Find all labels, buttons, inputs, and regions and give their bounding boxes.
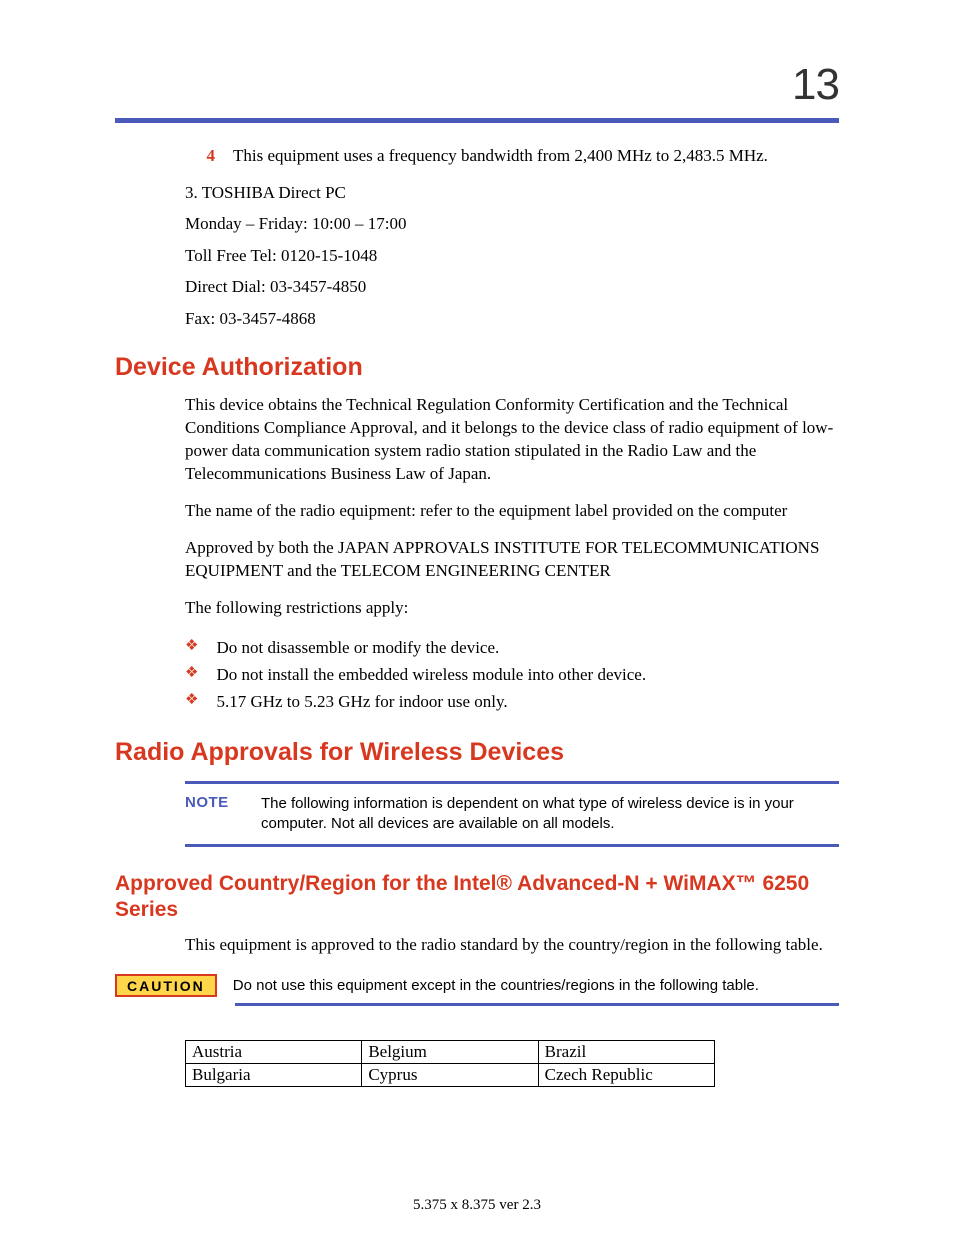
section-heading-radio-approvals: Radio Approvals for Wireless Devices [115, 738, 839, 767]
table-cell: Czech Republic [538, 1064, 714, 1087]
caution-row: CAUTION Do not use this equipment except… [115, 974, 839, 997]
list-item-text: 5.17 GHz to 5.23 GHz for indoor use only… [216, 688, 507, 715]
intro-block: 4 This equipment uses a frequency bandwi… [185, 145, 839, 331]
table-row: Austria Belgium Brazil [186, 1041, 715, 1064]
contact-line: 3. TOSHIBA Direct PC [185, 180, 839, 206]
contact-line: Monday – Friday: 10:00 – 17:00 [185, 211, 839, 237]
section-heading-device-authorization: Device Authorization [115, 353, 839, 382]
item-number: 4 [185, 145, 233, 168]
item-text: This equipment uses a frequency bandwidt… [233, 145, 768, 168]
contact-line: Direct Dial: 03-3457-4850 [185, 274, 839, 300]
page-number: 13 [792, 60, 839, 109]
list-item: ❖ Do not install the embedded wireless mo… [185, 661, 839, 688]
table-cell: Bulgaria [186, 1064, 362, 1087]
note-text: The following information is dependent o… [261, 794, 839, 835]
diamond-icon: ❖ [185, 661, 198, 687]
caution-text: Do not use this equipment except in the … [233, 977, 839, 994]
countries-table: Austria Belgium Brazil Bulgaria Cyprus C… [185, 1040, 715, 1087]
document-page: 13 4 This equipment uses a frequency ban… [0, 0, 954, 1254]
paragraph: This equipment is approved to the radio … [185, 934, 839, 957]
note-box: NOTE The following information is depend… [185, 781, 839, 848]
table-cell: Austria [186, 1041, 362, 1064]
paragraph: Approved by both the JAPAN APPROVALS INS… [185, 537, 839, 583]
paragraph: The name of the radio equipment: refer t… [185, 500, 839, 523]
restrictions-list: ❖ Do not disassemble or modify the device… [185, 634, 839, 716]
paragraph: The following restrictions apply: [185, 597, 839, 620]
list-item-text: Do not install the embedded wireless mod… [216, 661, 646, 688]
list-item: ❖ 5.17 GHz to 5.23 GHz for indoor use onl… [185, 688, 839, 715]
subsection-heading-approved-country: Approved Country/Region for the Intel® A… [115, 871, 839, 924]
table-cell: Belgium [362, 1041, 538, 1064]
table-cell: Cyprus [362, 1064, 538, 1087]
paragraph: This device obtains the Technical Regula… [185, 394, 839, 486]
contact-line: Fax: 03-3457-4868 [185, 306, 839, 332]
caution-badge: CAUTION [115, 974, 217, 997]
list-item-text: Do not disassemble or modify the device. [216, 634, 499, 661]
page-number-container: 13 [115, 60, 839, 110]
diamond-icon: ❖ [185, 634, 198, 660]
table-row: Bulgaria Cyprus Czech Republic [186, 1064, 715, 1087]
top-rule [115, 118, 839, 123]
caution-rule [235, 1003, 839, 1006]
note-label: NOTE [185, 794, 233, 835]
list-item: ❖ Do not disassemble or modify the device… [185, 634, 839, 661]
footer-version: 5.375 x 8.375 ver 2.3 [115, 1197, 839, 1214]
numbered-item-4: 4 This equipment uses a frequency bandwi… [185, 145, 839, 168]
contact-line: Toll Free Tel: 0120-15-1048 [185, 243, 839, 269]
diamond-icon: ❖ [185, 688, 198, 714]
table-cell: Brazil [538, 1041, 714, 1064]
